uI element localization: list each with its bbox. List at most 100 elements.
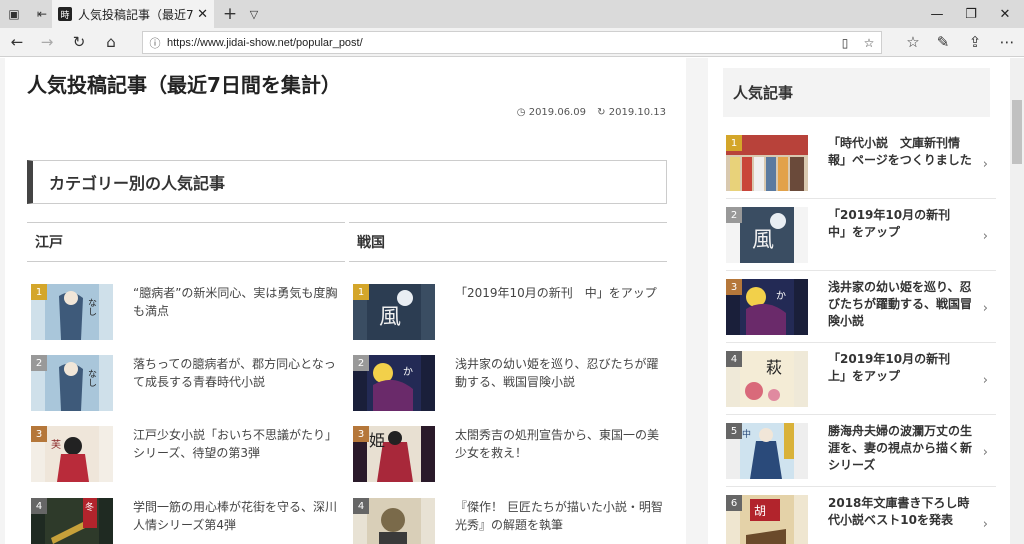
svg-text:芙: 芙 (51, 438, 61, 451)
svg-text:風: 風 (379, 305, 401, 330)
address-url[interactable]: https://www.jidai-show.net/popular_post/ (167, 37, 833, 49)
sidebar-item-title[interactable]: 「2019年10月の新刊 中」をアップ (828, 207, 976, 241)
chevron-right-icon: › (982, 229, 988, 244)
svg-text:か: か (403, 366, 413, 378)
sidebar-item-title[interactable]: 勝海舟夫婦の波瀾万丈の生涯を、妻の視点から描く新シリーズ (828, 423, 976, 474)
chevron-right-icon: › (982, 301, 988, 316)
rank-badge: 6 (726, 495, 742, 511)
list-item[interactable]: なし 1 “臆病者”の新米同心、実は勇気も度胸も満点 (31, 284, 349, 342)
more-icon[interactable]: ⋯ (992, 28, 1022, 56)
sidebar-item[interactable]: か 3 浅井家の幼い姫を巡り、忍びたちが躍動する、戦国冒険小説 › (726, 279, 996, 339)
page-viewport: 人気投稿記事（最近7日間を集計） ◷ 2019.06.09 ↻ 2019.10.… (0, 58, 1010, 544)
book-cover-image[interactable]: なし 2 (31, 355, 113, 411)
svg-text:冬: 冬 (85, 501, 94, 513)
book-cover-image[interactable]: 4 (353, 498, 435, 544)
list-item[interactable]: 芙 3 江戸少女小説「おいち不思議がたり」シリーズ、待望の第3弾 (31, 426, 349, 484)
svg-text:中: 中 (742, 428, 751, 440)
home-button[interactable]: ⌂ (96, 28, 126, 56)
refresh-button[interactable]: ↻ (64, 28, 94, 56)
item-title-link[interactable]: “臆病者”の新米同心、実は勇気も度胸も満点 (133, 284, 347, 320)
sidebar-item[interactable]: 胡 6 2018年文庫書き下ろし時代小説ベスト10を発表 › (726, 495, 996, 544)
rank-badge: 1 (353, 284, 369, 300)
divider (726, 342, 996, 343)
divider (726, 414, 996, 415)
list-item[interactable]: なし 2 落ちっての臆病者が、郡方同心となって成長する青春時代小説 (31, 355, 349, 413)
item-title-link[interactable]: 「2019年10月の新刊 中」をアップ (455, 284, 669, 302)
sidebar-item-title[interactable]: 浅井家の幼い姫を巡り、忍びたちが躍動する、戦国冒険小説 (828, 279, 976, 330)
chevron-right-icon: › (982, 445, 988, 460)
book-cover-image[interactable]: 芙 3 (31, 426, 113, 482)
clock-icon: ◷ (516, 107, 526, 118)
sidebar-item[interactable]: 萩 4 「2019年10月の新刊 上」をアップ › (726, 351, 996, 411)
item-title-link[interactable]: 太閤秀吉の処刑宣告から、東国一の美少女を救え！ (455, 426, 669, 462)
close-tab-icon[interactable]: ✕ (197, 7, 208, 22)
post-dates: ◷ 2019.06.09 ↻ 2019.10.13 (509, 107, 666, 118)
sidebar-item-title[interactable]: 「2019年10月の新刊 上」をアップ (828, 351, 976, 385)
rank-badge: 1 (31, 284, 47, 300)
divider (726, 198, 996, 199)
browser-tab[interactable]: 時 人気投稿記事（最近7日 ✕ (52, 0, 214, 28)
item-title-link[interactable]: 学問一筋の用心棒が花街を守る、深川人情シリーズ第4弾 (133, 498, 347, 534)
sidebar-item-title[interactable]: 2018年文庫書き下ろし時代小説ベスト10を発表 (828, 495, 976, 529)
sidebar-item-title[interactable]: 「時代小説 文庫新刊情報」ページをつくりました (828, 135, 976, 169)
list-item[interactable]: 姫 3 太閤秀吉の処刑宣告から、東国一の美少女を救え！ (353, 426, 671, 484)
book-cover-image[interactable]: なし 1 (31, 284, 113, 340)
tab-list-chevron-down-icon[interactable]: ▽ (244, 0, 264, 28)
post-thumbnail-image[interactable]: 風 2 (726, 207, 808, 263)
favorite-star-icon[interactable]: ☆ (857, 36, 881, 50)
restore-button[interactable]: ❐ (954, 0, 988, 28)
reading-view-icon[interactable]: ▯ (833, 36, 857, 50)
site-favicon-icon: 時 (58, 7, 72, 21)
forward-button[interactable]: → (32, 28, 62, 56)
sidebar-item[interactable]: 風 2 「2019年10月の新刊 中」をアップ › (726, 207, 996, 267)
rank-badge: 2 (726, 207, 742, 223)
item-title-link[interactable]: 江戸少女小説「おいち不思議がたり」シリーズ、待望の第3弾 (133, 426, 347, 462)
address-bar[interactable]: ⓘ https://www.jidai-show.net/popular_pos… (142, 31, 882, 54)
share-icon[interactable]: ⇪ (960, 28, 990, 56)
book-cover-image[interactable]: 姫 3 (353, 426, 435, 482)
minimize-button[interactable]: — (920, 0, 954, 28)
scrollbar-thumb[interactable] (1012, 100, 1022, 164)
book-cover-image[interactable]: 風 1 (353, 284, 435, 340)
post-thumbnail-image[interactable]: 萩 4 (726, 351, 808, 407)
list-item[interactable]: 冬 4 学問一筋の用心棒が花街を守る、深川人情シリーズ第4弾 (31, 498, 349, 544)
sidebar-heading: 人気記事 (723, 68, 990, 117)
post-thumbnail-image[interactable]: か 3 (726, 279, 808, 335)
close-window-button[interactable]: ✕ (988, 0, 1022, 28)
updated-date: 2019.10.13 (608, 107, 666, 118)
web-note-icon[interactable]: ✎ (928, 28, 958, 56)
sidebar-item[interactable]: 1 「時代小説 文庫新刊情報」ページをつくりました › (726, 135, 996, 195)
sidebar: 人気記事 1 「時代小説 文庫新刊情報」ページをつくりました › 風 2 「20… (708, 58, 1010, 544)
svg-text:風: 風 (752, 228, 774, 253)
chevron-right-icon: › (982, 157, 988, 172)
site-info-icon[interactable]: ⓘ (143, 35, 167, 51)
item-title-link[interactable]: 落ちっての臆病者が、郡方同心となって成長する青春時代小説 (133, 355, 347, 391)
new-tab-button[interactable]: + (220, 0, 240, 28)
tab-preview-icon[interactable]: ▣ (0, 0, 28, 28)
back-button[interactable]: ← (2, 28, 32, 56)
rank-badge: 4 (726, 351, 742, 367)
svg-text:なし: なし (86, 369, 97, 387)
list-item[interactable]: 風 1 「2019年10月の新刊 中」をアップ (353, 284, 671, 342)
book-cover-image[interactable]: 冬 4 (31, 498, 113, 544)
list-item[interactable]: 4 『傑作！ 巨匠たちが描いた小説・明智光秀』の解題を執筆 (353, 498, 671, 544)
item-title-link[interactable]: 『傑作！ 巨匠たちが描いた小説・明智光秀』の解題を執筆 (455, 498, 669, 534)
book-cover-image[interactable]: か 2 (353, 355, 435, 411)
rank-badge: 3 (726, 279, 742, 295)
svg-text:か: か (776, 290, 786, 302)
page-scrollbar[interactable] (1010, 58, 1024, 544)
rank-badge: 2 (31, 355, 47, 371)
item-title-link[interactable]: 浅井家の幼い姫を巡り、忍びたちが躍動する、戦国冒険小説 (455, 355, 669, 391)
post-thumbnail-image[interactable]: 中 5 (726, 423, 808, 479)
post-thumbnail-image[interactable]: 胡 6 (726, 495, 808, 544)
section-heading: カテゴリー別の人気記事 (27, 160, 667, 204)
post-thumbnail-image[interactable]: 1 (726, 135, 808, 191)
rank-badge: 1 (726, 135, 742, 151)
sidebar-item[interactable]: 中 5 勝海舟夫婦の波瀾万丈の生涯を、妻の視点から描く新シリーズ › (726, 423, 996, 483)
tab-title: 人気投稿記事（最近7日 (78, 7, 194, 22)
favorites-hub-icon[interactable]: ☆ (898, 28, 928, 56)
updated-icon: ↻ (597, 107, 606, 118)
list-item[interactable]: か 2 浅井家の幼い姫を巡り、忍びたちが躍動する、戦国冒険小説 (353, 355, 671, 413)
divider (726, 486, 996, 487)
chevron-right-icon: › (982, 373, 988, 388)
